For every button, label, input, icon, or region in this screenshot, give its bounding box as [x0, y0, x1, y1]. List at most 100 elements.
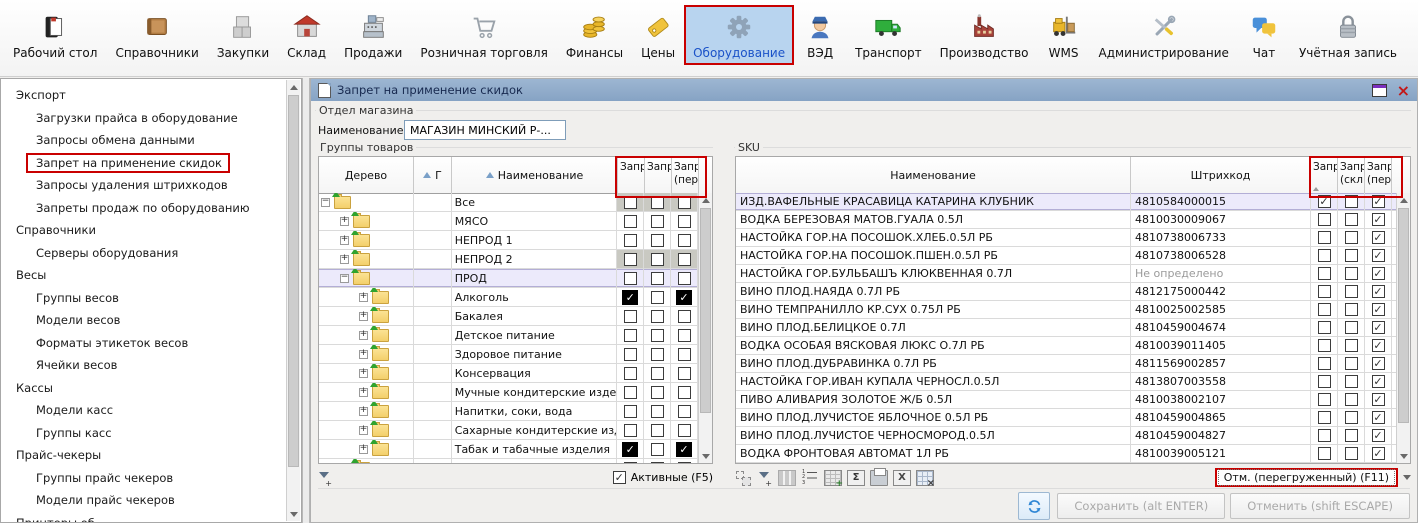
ban-checkbox-3[interactable]: [671, 383, 698, 401]
ban-checkbox-1[interactable]: [617, 326, 644, 344]
ban-checkbox-1[interactable]: [617, 440, 644, 458]
ban-checkbox-2[interactable]: [644, 345, 671, 363]
ban-checkbox-3[interactable]: [671, 345, 698, 363]
product-groups-scrollbar[interactable]: [698, 193, 712, 463]
scroll-down-icon[interactable]: [699, 449, 712, 463]
ban-checkbox-3[interactable]: [1365, 229, 1392, 246]
panel-splitter[interactable]: [302, 78, 310, 523]
toolbar-item-purchases[interactable]: Закупки: [208, 5, 278, 65]
ban-checkbox-3[interactable]: [1365, 265, 1392, 282]
expander-icon[interactable]: [359, 293, 368, 302]
product-group-row[interactable]: Напитки, соки, вода: [319, 402, 698, 421]
toolbar-item-finance[interactable]: Финансы: [557, 5, 632, 65]
ban-checkbox-3[interactable]: [671, 459, 698, 463]
expander-icon[interactable]: [340, 236, 349, 245]
sidebar-item[interactable]: Весы: [2, 264, 284, 287]
ban-checkbox-3[interactable]: [1365, 337, 1392, 354]
ban-checkbox-3[interactable]: [1365, 409, 1392, 426]
ban-checkbox-2[interactable]: [644, 326, 671, 344]
sidebar-item[interactable]: Запрет на применение скидок: [2, 152, 284, 175]
active-filter[interactable]: Активные (F5): [613, 471, 713, 484]
ban-checkbox-1[interactable]: [1311, 373, 1338, 390]
store-name-input[interactable]: [404, 120, 566, 140]
product-group-row[interactable]: Здоровое питание: [319, 345, 698, 364]
ban-checkbox-2[interactable]: [644, 288, 671, 306]
sidebar-item[interactable]: Кассы: [2, 377, 284, 400]
sidebar-item[interactable]: Экспорт: [2, 84, 284, 107]
save-button[interactable]: Сохранить (alt ENTER): [1057, 493, 1225, 519]
sidebar-item[interactable]: Серверы оборудования: [2, 242, 284, 265]
ban-checkbox-2[interactable]: [1338, 445, 1365, 462]
sidebar-item[interactable]: Группы касс: [2, 422, 284, 445]
ban-checkbox-3[interactable]: [671, 440, 698, 458]
toolbar-item-warehouse[interactable]: Склад: [278, 5, 335, 65]
ban-checkbox-3[interactable]: [671, 193, 698, 211]
active-checkbox[interactable]: [613, 471, 626, 484]
ban-checkbox-1[interactable]: [617, 421, 644, 439]
column-header-ban3[interactable]: Запр(пер: [672, 157, 699, 193]
filter-add-icon[interactable]: [758, 471, 772, 485]
ban-checkbox-1[interactable]: [1311, 319, 1338, 336]
ban-checkbox-1[interactable]: [617, 402, 644, 420]
expander-icon[interactable]: [340, 217, 349, 226]
ban-checkbox-2[interactable]: [1338, 319, 1365, 336]
table-delete-icon[interactable]: [916, 470, 934, 486]
ban-checkbox-1[interactable]: [1311, 247, 1338, 264]
product-group-row[interactable]: Бакалея: [319, 307, 698, 326]
expander-icon[interactable]: [321, 198, 330, 207]
ban-checkbox-2[interactable]: [1338, 355, 1365, 372]
product-group-row[interactable]: Алкоголь: [319, 288, 698, 307]
scroll-up-icon[interactable]: [699, 193, 712, 207]
sku-row[interactable]: ВИНО ПЛОД.ЛУЧИСТОЕ ЧЕРНОСМОРОД.0.5Л 4810…: [736, 427, 1396, 445]
sum-icon[interactable]: Σ: [847, 470, 865, 486]
column-header-ban1[interactable]: Запр: [618, 157, 645, 193]
expander-icon[interactable]: [359, 312, 368, 321]
sku-row[interactable]: ВИНО ПЛОД.НАЯДА 0.7Л РБ 4812175000442: [736, 283, 1396, 301]
ban-checkbox-2[interactable]: [644, 307, 671, 325]
product-group-row[interactable]: Все: [319, 193, 698, 212]
scrollbar-thumb[interactable]: [700, 208, 711, 413]
ban-checkbox-3[interactable]: [671, 421, 698, 439]
sidebar-item[interactable]: Справочники: [2, 219, 284, 242]
toolbar-item-transport[interactable]: Транспорт: [846, 5, 931, 65]
ban-checkbox-3[interactable]: [1365, 427, 1392, 444]
ban-checkbox-3[interactable]: [671, 326, 698, 344]
sidebar-item[interactable]: Принтеры об: [2, 512, 284, 523]
ban-checkbox-1[interactable]: [617, 250, 644, 268]
column-header-barcode[interactable]: Штрихкод: [1131, 157, 1311, 193]
sidebar-item[interactable]: Модели касс: [2, 399, 284, 422]
product-group-row[interactable]: МЯСО: [319, 212, 698, 231]
close-icon[interactable]: ×: [1397, 84, 1410, 97]
ban-checkbox-3[interactable]: [1365, 211, 1392, 228]
cancel-button[interactable]: Отменить (shift ESCAPE): [1230, 493, 1410, 519]
ban-checkbox-2[interactable]: [644, 402, 671, 420]
print-icon[interactable]: [870, 470, 888, 486]
toolbar-item-ved[interactable]: ВЭД: [794, 5, 846, 65]
ban-checkbox-3[interactable]: [1365, 193, 1392, 210]
ban-checkbox-1[interactable]: [617, 307, 644, 325]
scroll-down-icon[interactable]: [287, 507, 300, 521]
ban-checkbox-3[interactable]: [671, 402, 698, 420]
scroll-up-icon[interactable]: [1397, 193, 1410, 207]
sidebar-item[interactable]: Форматы этикеток весов: [2, 332, 284, 355]
sku-row[interactable]: ВОДКА БЕРЕЗОВАЯ МАТОВ.ГУАЛА 0.5Л 4810030…: [736, 211, 1396, 229]
toolbar-item-wms[interactable]: WMS: [1038, 5, 1090, 65]
numbered-list-icon[interactable]: [801, 470, 819, 486]
sku-row[interactable]: ИЗД.ВАФЕЛЬНЫЕ КРАСАВИЦА КАТАРИНА КЛУБНИК…: [736, 193, 1396, 211]
ban-checkbox-2[interactable]: [1338, 247, 1365, 264]
ban-checkbox-1[interactable]: [1311, 301, 1338, 318]
ban-checkbox-1[interactable]: [617, 193, 644, 211]
ban-checkbox-2[interactable]: [644, 193, 671, 211]
ban-checkbox-1[interactable]: [617, 383, 644, 401]
sidebar-item[interactable]: Модели прайс чекеров: [2, 489, 284, 512]
ban-checkbox-3[interactable]: [1365, 301, 1392, 318]
product-group-row[interactable]: Детское питание: [319, 326, 698, 345]
toolbar-item-retail[interactable]: Розничная торговля: [411, 5, 556, 65]
scrollbar-thumb[interactable]: [1398, 208, 1409, 423]
column-header-ban3[interactable]: Запр(пер: [1365, 157, 1392, 193]
ban-checkbox-2[interactable]: [1338, 229, 1365, 246]
toolbar-item-production[interactable]: Производство: [931, 5, 1038, 65]
ban-checkbox-3[interactable]: [1365, 319, 1392, 336]
expander-icon[interactable]: [359, 445, 368, 454]
sku-row[interactable]: ВИНО ТЕМПРАНИЛЛО КР.СУХ 0.75Л РБ 4810025…: [736, 301, 1396, 319]
